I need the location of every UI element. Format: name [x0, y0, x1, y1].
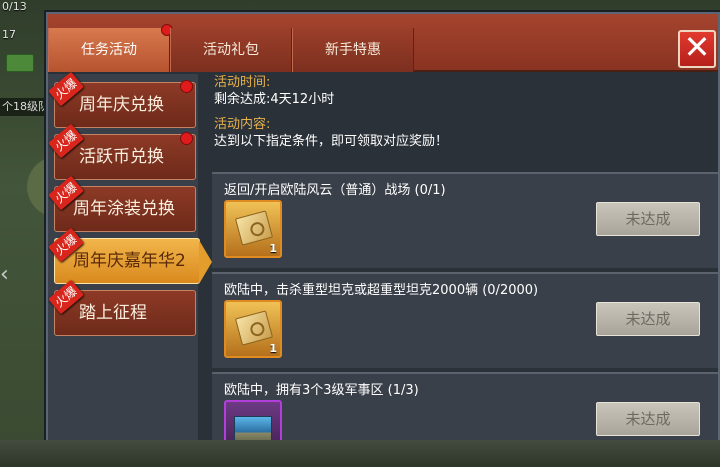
- notification-dot: [180, 132, 193, 145]
- tab-task-activity[interactable]: 任务活动: [48, 24, 173, 72]
- notification-dot: [180, 80, 193, 93]
- tab-newbie-deal[interactable]: 新手特惠: [292, 28, 414, 72]
- status-button[interactable]: 未达成: [596, 202, 700, 236]
- content-label: 活动内容:: [214, 117, 271, 132]
- task-title: 欧陆中，拥有3个3级军事区 (1/3): [224, 383, 419, 398]
- cash-icon: [6, 54, 34, 72]
- content-value: 达到以下指定条件，即可领取对应奖励！: [214, 134, 449, 149]
- sidebar-item-anniversary-exchange[interactable]: 火爆 周年庆兑换: [48, 71, 196, 128]
- sidebar-item-label: 周年庆兑换: [79, 95, 164, 115]
- close-button[interactable]: ✕: [678, 30, 716, 68]
- sidebar-item-label: 活跃币兑换: [79, 147, 164, 167]
- hud-level-text: 个18级队: [0, 98, 48, 116]
- hud-left: 0/13 17 个18级队 ‹: [0, 0, 48, 467]
- sidebar-item-journey[interactable]: 火爆 踏上征程: [48, 279, 196, 336]
- status-button[interactable]: 未达成: [596, 302, 700, 336]
- event-panel: 任务活动 活动礼包 新手特惠 ✕ 火爆 周年庆兑换 火爆 活跃币兑换 火爆 周年…: [46, 12, 720, 456]
- sidebar: 火爆 周年庆兑换 火爆 活跃币兑换 火爆 周年涂装兑换 火爆 周年庆嘉年华2 火…: [48, 71, 212, 454]
- ticket-icon: [234, 210, 274, 246]
- task-row: 欧陆中，击杀重型坦克或超重型坦克2000辆 (0/2000) 1 未达成: [212, 272, 718, 368]
- tab-bar: 任务活动 活动礼包 新手特惠 ✕: [48, 14, 718, 72]
- reward-count: 1: [269, 242, 277, 255]
- event-info: 活动时间: 剩余达成:4天12小时 活动内容: 达到以下指定条件，即可领取对应奖…: [202, 74, 718, 150]
- reward-count: 1: [269, 342, 277, 355]
- sidebar-item-label: 周年涂装兑换: [73, 199, 175, 219]
- time-label: 活动时间:: [214, 75, 271, 90]
- task-title: 欧陆中，击杀重型坦克或超重型坦克2000辆 (0/2000): [224, 283, 539, 298]
- sidebar-item-label: 周年庆嘉年华2: [73, 251, 186, 271]
- ticket-icon: [234, 310, 274, 346]
- tab-label: 任务活动: [81, 42, 137, 58]
- task-title: 返回/开启欧陆风云（普通）战场 (0/1): [224, 183, 446, 198]
- sidebar-item-label: 踏上征程: [79, 303, 147, 323]
- hud-resource-count: 17: [2, 28, 16, 41]
- sidebar-item-skin-exchange[interactable]: 火爆 周年涂装兑换: [48, 175, 196, 232]
- tab-label: 新手特惠: [325, 42, 381, 58]
- bottom-hud-bar: [0, 440, 720, 467]
- chevron-left-icon[interactable]: ‹: [0, 262, 12, 288]
- task-row: 返回/开启欧陆风云（普通）战场 (0/1) 1 未达成: [212, 172, 718, 268]
- status-button[interactable]: 未达成: [596, 402, 700, 436]
- close-icon: ✕: [683, 28, 711, 66]
- tab-activity-gift[interactable]: 活动礼包: [170, 28, 292, 72]
- hud-resource-top: 0/13: [2, 0, 27, 13]
- reward-item[interactable]: 1: [224, 200, 282, 258]
- content-area: 活动时间: 剩余达成:4天12小时 活动内容: 达到以下指定条件，即可领取对应奖…: [202, 74, 718, 454]
- time-value: 剩余达成:4天12小时: [214, 92, 335, 107]
- sidebar-item-carnival[interactable]: 火爆 周年庆嘉年华2: [48, 227, 212, 284]
- tab-label: 活动礼包: [203, 42, 259, 58]
- sidebar-item-active-coin-exchange[interactable]: 火爆 活跃币兑换: [48, 123, 196, 180]
- reward-item[interactable]: 1: [224, 300, 282, 358]
